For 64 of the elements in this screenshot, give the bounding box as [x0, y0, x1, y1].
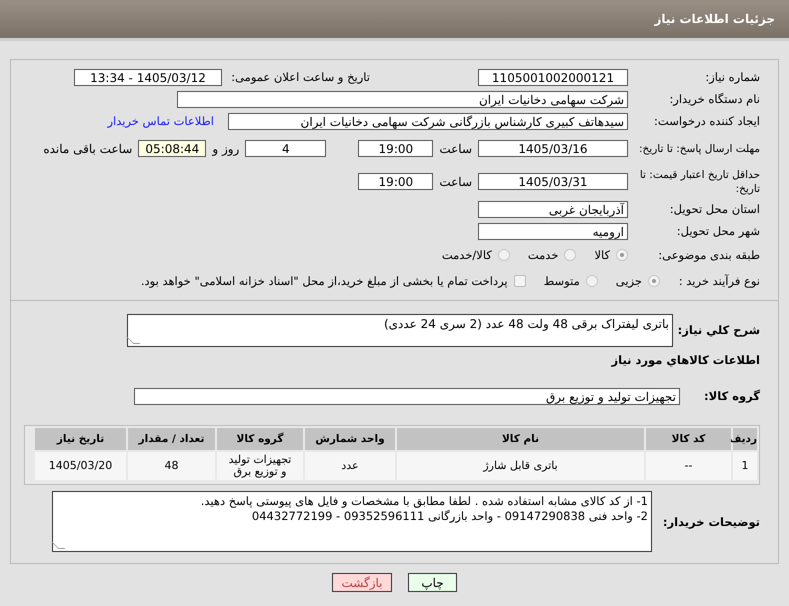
- need-number-field: 1105001002000121: [478, 68, 628, 86]
- deadline-time-field: 19:00: [358, 140, 434, 157]
- city-field: ارومیه: [478, 222, 628, 240]
- checkbox[interactable]: [514, 275, 526, 287]
- radio-label: خدمت: [528, 248, 558, 262]
- column-header: کد کالا: [646, 428, 731, 450]
- radio-button[interactable]: [616, 249, 628, 261]
- radio-label: جزیی: [616, 274, 642, 288]
- buyer-name-field: شرکت سهامی دخانیات ایران: [177, 90, 628, 108]
- table-cell: باتری قابل شارژ: [397, 452, 644, 480]
- field-label: توضیحات خریدار:: [662, 514, 761, 528]
- page-title: جزئیات اطلاعات نیاز: [654, 12, 775, 26]
- table-cell: --: [646, 452, 731, 480]
- column-header: تعداد / مقدار: [128, 428, 215, 450]
- table-cell: 1405/03/20: [35, 452, 126, 480]
- remaining-time-field: 05:08:44: [138, 140, 206, 157]
- field-label: استان محل تحویل:: [668, 202, 761, 216]
- field-label: نوع فرآیند خرید :: [678, 274, 761, 288]
- table-cell: 48: [128, 452, 215, 480]
- field-label: شرح کلي نياز:: [680, 323, 761, 337]
- field-label: طبقه بندی موضوعی:: [657, 248, 761, 262]
- field-label: نام دستگاه خریدار:: [668, 92, 761, 106]
- field-label: ایجاد کننده درخواست:: [653, 114, 761, 128]
- radio-button[interactable]: [498, 249, 510, 261]
- radio-label: متوسط: [544, 274, 580, 288]
- field-label: شهر محل تحویل:: [676, 224, 761, 238]
- validity-date-field: 1405/03/31: [478, 173, 628, 190]
- checkbox-label: پرداخت تمام یا بخشی از مبلغ خرید،از محل "اسناد خزانه اسلامی" خواهد بود.: [140, 274, 508, 288]
- action-button[interactable]: چاپ: [408, 573, 457, 592]
- radio-label: کالا: [594, 248, 610, 262]
- field-label: مهلت ارسال پاسخ: تا تاریخ:: [638, 142, 761, 156]
- days-label: روز و: [210, 142, 240, 156]
- radio-button[interactable]: [586, 275, 598, 287]
- field-label: شماره نیاز:: [704, 70, 761, 84]
- announce-date-field: 1405/03/12 - 13:34: [74, 68, 222, 86]
- table-cell: 1: [733, 452, 757, 480]
- column-header: گروه کالا: [217, 428, 303, 450]
- time-label: ساعت: [438, 142, 473, 156]
- table-cell: عدد: [305, 452, 395, 480]
- column-header: ردیف: [733, 428, 757, 450]
- goods-group-field: تجهیزات تولید و توزیع برق: [134, 388, 680, 404]
- action-button[interactable]: بازگشت: [332, 573, 392, 592]
- column-header: تاریخ نیاز: [35, 428, 126, 450]
- column-header: واحد شمارش: [305, 428, 395, 450]
- field-label: گروه کالا:: [703, 389, 761, 403]
- note-line: 1- از کد کالای مشابه استفاده شده . لطفا مطابق با مشخصات و فایل های پیوستی پاسخ دهید.: [200, 494, 648, 509]
- radio-button[interactable]: [564, 249, 576, 261]
- time-label: ساعت: [438, 174, 473, 188]
- column-header: نام کالا: [397, 428, 644, 450]
- description-field: باتری لیفتراک برقی 48 ولت 48 عدد (2 سری 24 عددی): [127, 314, 673, 346]
- radio-button[interactable]: [648, 275, 660, 287]
- requester-field: سیدهاتف کبیری کارشناس بازرگانی شرکت سهامی دخانیات ایران: [228, 112, 628, 130]
- buyer-contact-link[interactable]: اطلاعات تماس خریدار: [107, 114, 214, 128]
- field-label: تاریخ و ساعت اعلان عمومی:: [230, 70, 371, 84]
- note-line: 2- واحد فنی 09147290838 - واحد بازرگانی 09352596111 - 04432772199: [250, 509, 648, 524]
- validity-time-field: 19:00: [358, 173, 434, 190]
- province-field: آذربایجان غربی: [478, 200, 628, 218]
- days-field: 4: [245, 140, 326, 157]
- deadline-date-field: 1405/03/16: [478, 140, 628, 157]
- field-label: حداقل تاریخ اعتبار قیمت: تا تاریخ:: [638, 168, 761, 196]
- table-cell: تجهیزات تولید و توزیع برق: [217, 452, 303, 480]
- section-heading: اطلاعات کالاهاي مورد نياز: [610, 353, 761, 367]
- remaining-label: ساعت باقی مانده: [42, 142, 134, 156]
- radio-label: کالا/خدمت: [442, 248, 492, 262]
